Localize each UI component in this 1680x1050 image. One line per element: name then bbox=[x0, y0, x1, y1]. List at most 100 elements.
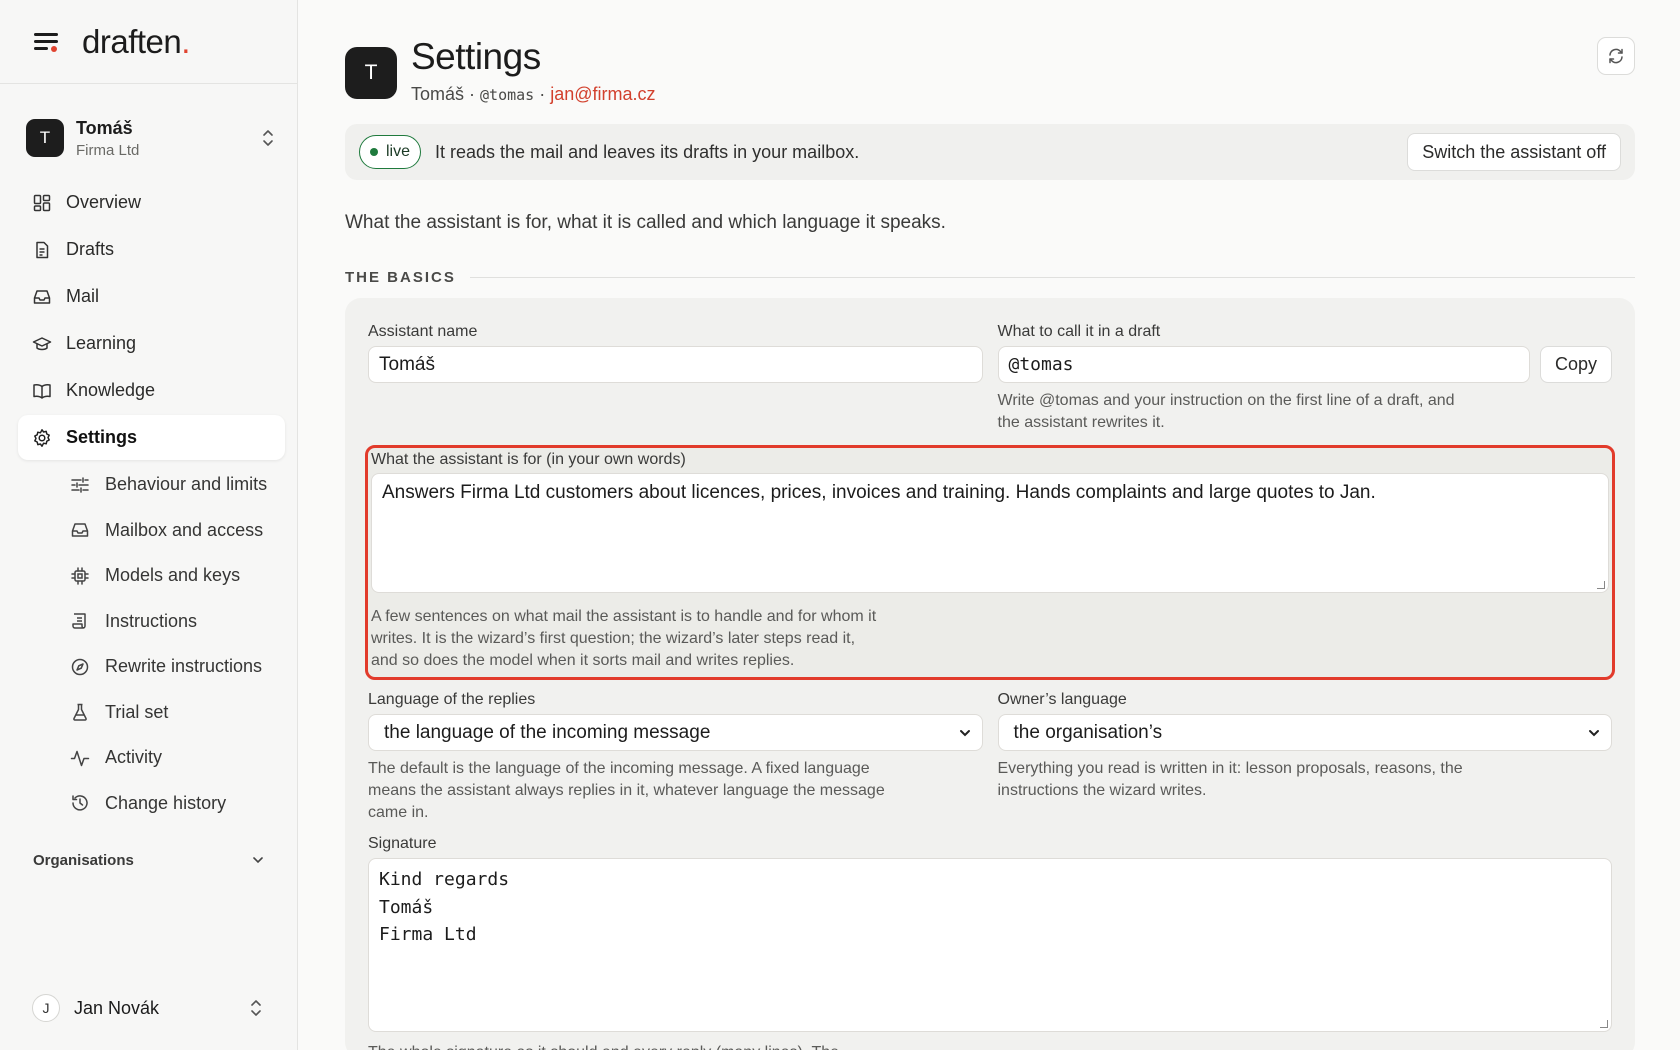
organisations-toggle[interactable]: Organisations bbox=[33, 842, 265, 878]
owner-language-select[interactable]: the organisation’s bbox=[997, 714, 1612, 751]
switch-off-button[interactable]: Switch the assistant off bbox=[1407, 133, 1621, 171]
field-help: Write @tomas and your instruction on the… bbox=[997, 392, 1455, 431]
chevron-down-icon bbox=[253, 857, 263, 864]
identity-email[interactable]: jan@firma.cz bbox=[550, 84, 655, 104]
sub-item-label: Instructions bbox=[105, 610, 198, 631]
sub-item-label: Rewrite instructions bbox=[105, 656, 263, 677]
field-help: The default is the language of the incom… bbox=[368, 760, 885, 821]
section-header: THE BASICS bbox=[345, 269, 1635, 286]
refresh-icon bbox=[1609, 48, 1623, 64]
assistant-avatar: T bbox=[345, 47, 397, 99]
assistant-org: Firma Ltd bbox=[76, 141, 140, 159]
status-bar: live It reads the mail and leaves its dr… bbox=[345, 124, 1635, 180]
nav-item-label: Drafts bbox=[66, 239, 115, 259]
nav-item-learning[interactable]: Learning bbox=[18, 321, 285, 366]
signature-line: Kind regards bbox=[379, 869, 510, 890]
grid-icon bbox=[33, 194, 51, 211]
sub-item-rewrite[interactable]: Rewrite instructions bbox=[70, 644, 297, 690]
main-nav: Overview Drafts Mail Learning Knowledge … bbox=[0, 180, 297, 826]
nav-item-mail[interactable]: Mail bbox=[18, 274, 285, 319]
status-text: It reads the mail and leaves its drafts … bbox=[435, 141, 860, 162]
brand-bar: draften. bbox=[0, 0, 297, 84]
field-label: Owner’s language bbox=[997, 691, 1127, 708]
history-icon bbox=[72, 795, 88, 811]
copy-button[interactable]: Copy bbox=[1539, 346, 1612, 383]
status-dot bbox=[370, 148, 378, 156]
sub-item-label: Change history bbox=[105, 792, 227, 813]
inbox-icon bbox=[33, 289, 51, 304]
field-label: Signature bbox=[368, 835, 437, 852]
identity-separator: · bbox=[534, 84, 551, 104]
nav-item-settings[interactable]: Settings bbox=[18, 415, 285, 460]
organisations-label: Organisations bbox=[33, 851, 134, 869]
chevron-down-icon bbox=[959, 729, 970, 736]
sub-item-mailbox[interactable]: Mailbox and access bbox=[70, 508, 297, 554]
signature-group: Signature Kind regards Tomáš Firma Ltd T… bbox=[368, 835, 1612, 1050]
user-avatar: J bbox=[32, 994, 60, 1022]
menu-icon[interactable] bbox=[32, 30, 62, 54]
assistant-switcher[interactable]: T Tomáš Firma Ltd bbox=[0, 98, 297, 178]
assistant-name: Tomáš bbox=[76, 117, 133, 138]
signature-line: Firma Ltd bbox=[379, 924, 477, 945]
nav-item-overview[interactable]: Overview bbox=[18, 180, 285, 225]
sub-item-label: Activity bbox=[105, 747, 163, 768]
book-icon bbox=[33, 383, 51, 399]
identity-separator: · bbox=[464, 84, 481, 104]
nav-item-label: Knowledge bbox=[66, 380, 156, 400]
field-help: The whole signature as it should end eve… bbox=[368, 1042, 1612, 1050]
signature-line: Tomáš bbox=[379, 896, 434, 918]
sub-item-activity[interactable]: Activity bbox=[70, 735, 297, 781]
nav-item-drafts[interactable]: Drafts bbox=[18, 227, 285, 272]
identity-name: Tomáš bbox=[411, 84, 465, 104]
reply-language-group: Language of the replies the language of … bbox=[368, 691, 983, 824]
sub-item-label: Mailbox and access bbox=[105, 519, 264, 540]
signature-textarea[interactable]: Kind regards Tomáš Firma Ltd bbox=[368, 858, 1612, 1032]
user-name: Jan Novák bbox=[74, 997, 160, 1018]
nav-item-label: Settings bbox=[66, 427, 138, 447]
section-title: THE BASICS bbox=[345, 269, 456, 286]
sub-item-instructions[interactable]: Instructions bbox=[70, 599, 297, 645]
page-intro: What the assistant is for, what it is ca… bbox=[345, 212, 946, 233]
chevrons-updown-icon bbox=[263, 130, 273, 146]
field-label: Language of the replies bbox=[368, 691, 536, 708]
sub-item-behaviour[interactable]: Behaviour and limits bbox=[70, 462, 297, 508]
chip-icon bbox=[71, 567, 89, 585]
scroll-icon bbox=[72, 613, 86, 629]
page-header: T Settings Tomáš · @tomas · jan@firma.cz bbox=[345, 0, 1635, 120]
resize-grip-icon[interactable] bbox=[1600, 1020, 1608, 1028]
assistant-name-input[interactable]: Tomáš bbox=[368, 346, 983, 383]
chevrons-updown-icon bbox=[251, 1000, 261, 1016]
assistant-avatar: T bbox=[26, 119, 64, 157]
resize-grip-icon[interactable] bbox=[1597, 581, 1605, 589]
sliders-icon bbox=[71, 477, 89, 493]
activity-icon bbox=[70, 750, 90, 766]
nav-item-knowledge[interactable]: Knowledge bbox=[18, 368, 285, 413]
call-name-input[interactable]: @tomas bbox=[997, 346, 1530, 383]
compass-icon bbox=[71, 658, 89, 675]
owner-language-group: Owner’s language the organisation’s Ever… bbox=[997, 691, 1612, 824]
field-help: Everything you read is written in it: le… bbox=[997, 760, 1463, 799]
user-menu[interactable]: J Jan Novák bbox=[32, 986, 263, 1030]
chevron-down-icon bbox=[1589, 729, 1599, 736]
field-label: Assistant name bbox=[368, 323, 478, 340]
sub-item-trial-set[interactable]: Trial set bbox=[70, 690, 297, 736]
select-value: the organisation’s bbox=[1013, 721, 1163, 743]
purpose-textarea[interactable]: Answers Firma Ltd customers about licenc… bbox=[371, 473, 1609, 593]
flask-icon bbox=[73, 704, 87, 721]
logo[interactable]: draften. bbox=[82, 23, 190, 61]
status-badge: live bbox=[359, 135, 422, 169]
sidebar: draften. T Tomáš Firma Ltd Overview Draf… bbox=[0, 0, 298, 1050]
refresh-button[interactable] bbox=[1597, 37, 1635, 75]
gear-icon bbox=[34, 428, 50, 447]
sub-item-change-history[interactable]: Change history bbox=[70, 781, 297, 827]
reply-language-select[interactable]: the language of the incoming message bbox=[368, 714, 983, 751]
divider bbox=[469, 277, 1635, 278]
page-title: Settings bbox=[411, 36, 541, 77]
sub-item-label: Trial set bbox=[105, 701, 169, 722]
identity-handle: @tomas bbox=[480, 86, 535, 104]
assistant-name-group: Assistant name Tomáš bbox=[368, 323, 983, 434]
purpose-text: Answers Firma Ltd customers about licenc… bbox=[382, 482, 1376, 503]
sub-item-models[interactable]: Models and keys bbox=[70, 553, 297, 599]
sub-item-label: Models and keys bbox=[105, 565, 241, 586]
field-label: What to call it in a draft bbox=[997, 323, 1161, 340]
